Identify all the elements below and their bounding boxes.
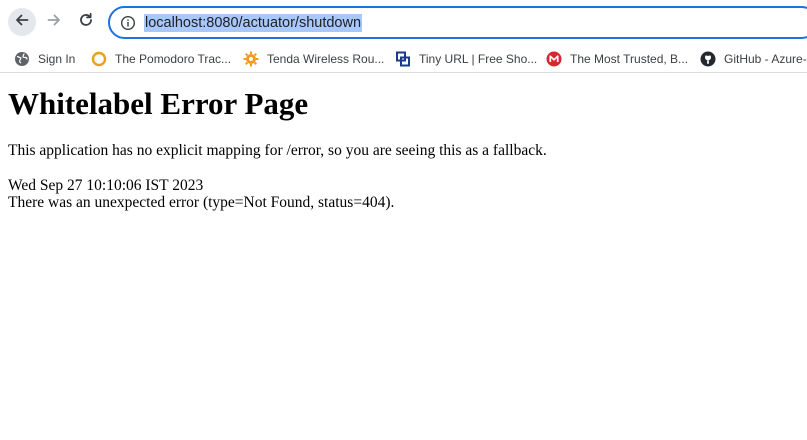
bookmark-tinyurl[interactable]: Tiny URL | Free Sho...	[395, 48, 537, 70]
pomodoro-icon	[91, 51, 107, 67]
error-status: There was an unexpected error (type=Not …	[8, 194, 395, 211]
bookmark-label: The Most Trusted, B...	[570, 52, 689, 66]
bookmarks-bar: Sign In The Pomodoro Trac... Tenda Wirel…	[0, 44, 807, 73]
bookmark-pomodoro[interactable]: The Pomodoro Trac...	[91, 48, 231, 70]
back-button[interactable]	[8, 8, 36, 36]
tenda-icon	[243, 51, 259, 67]
error-details: Wed Sep 27 10:10:06 IST 2023 There was a…	[8, 177, 807, 211]
address-bar[interactable]: localhost:8080/actuator/shutdown	[108, 6, 807, 39]
reload-button[interactable]	[72, 8, 100, 36]
globe-icon	[14, 51, 30, 67]
error-timestamp: Wed Sep 27 10:10:06 IST 2023	[8, 177, 204, 194]
error-message: This application has no explicit mapping…	[8, 142, 547, 159]
bookmark-github[interactable]: GitHub - Azure-	[700, 48, 807, 70]
reload-icon	[78, 12, 94, 33]
arrow-right-icon	[46, 12, 62, 33]
github-icon	[700, 51, 716, 67]
bookmark-sign-in[interactable]: Sign In	[14, 48, 75, 70]
bookmark-tenda[interactable]: Tenda Wireless Rou...	[243, 48, 384, 70]
mega-icon	[546, 51, 562, 67]
arrow-left-icon	[14, 12, 30, 33]
page-title: Whitelabel Error Page	[8, 86, 309, 121]
bookmark-label: GitHub - Azure-	[724, 52, 807, 66]
page-content: Whitelabel Error Page This application h…	[8, 86, 807, 211]
bookmark-mega[interactable]: The Most Trusted, B...	[546, 48, 688, 70]
bookmark-label: Sign In	[38, 52, 76, 66]
url-text[interactable]: localhost:8080/actuator/shutdown	[144, 13, 363, 32]
tinyurl-icon	[395, 51, 411, 67]
browser-toolbar: localhost:8080/actuator/shutdown	[0, 0, 807, 44]
forward-button[interactable]	[40, 8, 68, 36]
bookmark-label: The Pomodoro Trac...	[115, 52, 232, 66]
site-info-icon[interactable]	[118, 13, 138, 33]
bookmark-label: Tenda Wireless Rou...	[267, 52, 385, 66]
bookmark-label: Tiny URL | Free Sho...	[419, 52, 538, 66]
